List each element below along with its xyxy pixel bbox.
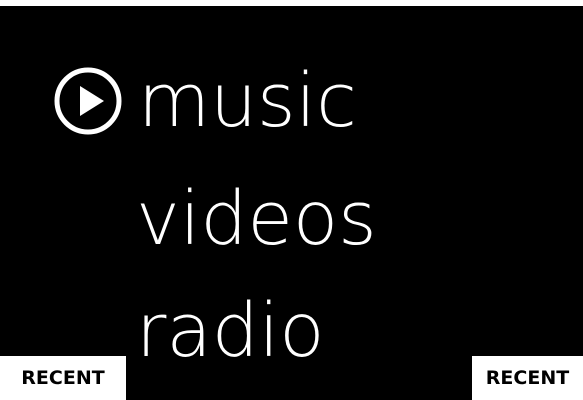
recent-tile-left[interactable]: RECENT — [0, 356, 126, 400]
menu-label-radio: radio — [136, 288, 325, 374]
music-hub-screen: music videos radio RECENT RECENT — [0, 6, 583, 400]
menu-item-videos[interactable]: videos — [136, 182, 377, 256]
menu-item-radio[interactable]: radio — [136, 294, 325, 368]
menu-label-music: music — [138, 58, 357, 144]
play-circle-icon[interactable] — [52, 65, 124, 137]
recent-tile-right[interactable]: RECENT — [472, 356, 583, 400]
menu-item-music[interactable]: music — [52, 64, 357, 138]
menu-label-videos: videos — [136, 176, 377, 262]
